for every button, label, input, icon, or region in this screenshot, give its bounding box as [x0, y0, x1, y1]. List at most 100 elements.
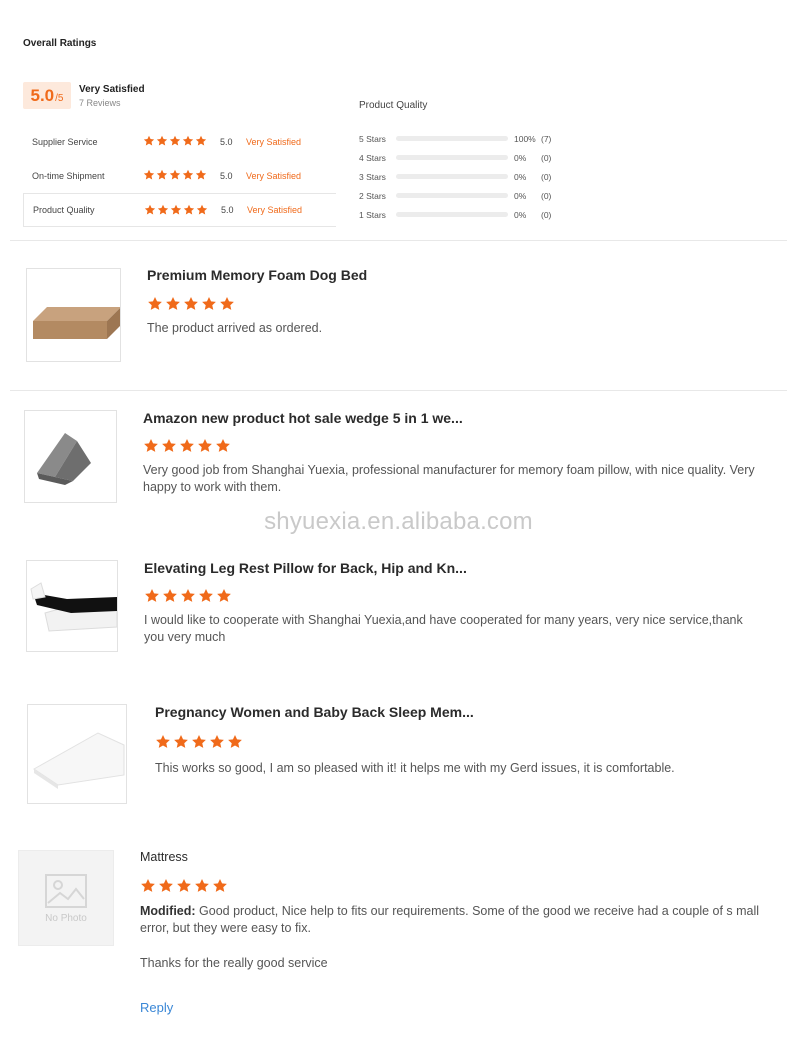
overall-score-max: /5 [55, 92, 64, 104]
pq-row-percent: 0% [514, 190, 527, 201]
review-text: This works so good, I am so pleased with… [155, 761, 675, 775]
star-icon [156, 169, 168, 180]
rating-row-text: Very Satisfied [246, 137, 302, 147]
star-icon [157, 204, 169, 215]
star-icon [217, 589, 231, 602]
review-text: Modified: Good product, Nice help to fit… [140, 903, 760, 937]
overall-score-value: 5.0 [30, 85, 55, 105]
pq-row-count: (0) [541, 209, 552, 220]
review-product-title[interactable]: Amazon new product hot sale wedge 5 in 1… [143, 410, 463, 426]
review-product-thumbnail[interactable] [27, 704, 127, 804]
pq-row-label: 3 Stars [359, 171, 386, 182]
star-icon [143, 169, 155, 180]
pq-row-percent: 0% [514, 171, 527, 182]
review-extra-text: Thanks for the really good service [140, 956, 328, 970]
review-text: Very good job from Shanghai Yuexia, prof… [143, 463, 755, 494]
image-placeholder-icon [45, 873, 87, 908]
star-icon [166, 297, 180, 310]
star-icon [213, 879, 227, 892]
review-product-title[interactable]: Premium Memory Foam Dog Bed [147, 267, 367, 283]
pq-row-count: (0) [541, 152, 552, 163]
review-product-title[interactable]: Elevating Leg Rest Pillow for Back, Hip … [144, 560, 467, 576]
rating-row-score: 5.0 [220, 171, 233, 181]
review-stars [155, 734, 243, 750]
rating-row-label: On-time Shipment [32, 171, 105, 181]
rating-stars [143, 169, 207, 181]
star-icon [210, 735, 224, 748]
pq-row-1-stars[interactable]: 1 Stars 0% (0) [359, 205, 589, 224]
pq-row-percent: 0% [514, 152, 527, 163]
review-text-body: Good product, Nice help to fits our requ… [140, 904, 760, 935]
rating-row-label: Product Quality [33, 205, 95, 215]
overall-review-count[interactable]: 7 Reviews [79, 98, 121, 108]
leg-rest-pillow-image [30, 582, 117, 632]
star-icon [183, 204, 195, 215]
pq-row-label: 1 Stars [359, 209, 386, 220]
rating-row-product-quality[interactable]: Product Quality 5.0 Very Satisfied [23, 193, 336, 227]
pq-row-2-stars[interactable]: 2 Stars 0% (0) [359, 186, 589, 205]
review-stars [147, 296, 235, 312]
rating-row-text: Very Satisfied [247, 205, 303, 215]
pq-row-percent: 100% [514, 133, 536, 144]
star-icon [202, 297, 216, 310]
review-product-title[interactable]: Mattress [140, 850, 188, 864]
overall-score-badge: 5.0 /5 [23, 82, 71, 109]
star-icon [216, 439, 230, 452]
pq-row-5-stars[interactable]: 5 Stars 100% (7) [359, 129, 589, 148]
overall-ratings-title: Overall Ratings [23, 38, 97, 49]
review-product-thumbnail[interactable] [24, 410, 117, 503]
star-icon [159, 879, 173, 892]
star-icon [198, 439, 212, 452]
pq-row-4-stars[interactable]: 4 Stars 0% (0) [359, 148, 589, 167]
review-stars [140, 878, 228, 894]
pq-row-label: 5 Stars [359, 133, 386, 144]
reply-link[interactable]: Reply [140, 1000, 173, 1015]
rating-row-label: Supplier Service [32, 137, 98, 147]
rating-stars [143, 135, 207, 147]
modified-label: Modified: [140, 904, 196, 918]
pq-bar-track [396, 212, 508, 217]
star-icon [169, 169, 181, 180]
section-divider [10, 240, 787, 241]
dog-bed-image [33, 307, 120, 339]
pq-bar-track [396, 136, 508, 141]
review-product-thumbnail[interactable] [26, 268, 121, 362]
product-quality-title: Product Quality [359, 100, 428, 111]
pq-row-count: (7) [541, 133, 552, 144]
pq-row-3-stars[interactable]: 3 Stars 0% (0) [359, 167, 589, 186]
pq-row-percent: 0% [514, 209, 527, 220]
pq-bar-track [396, 174, 508, 179]
star-icon [199, 589, 213, 602]
review-product-thumbnail[interactable] [26, 560, 118, 652]
wedge-pillow-image [37, 433, 91, 485]
star-icon [174, 735, 188, 748]
star-icon [181, 589, 195, 602]
star-icon [182, 169, 194, 180]
pq-row-label: 2 Stars [359, 190, 386, 201]
no-photo-placeholder: No Photo [18, 850, 114, 946]
rating-row-on-time-shipment[interactable]: On-time Shipment 5.0 Very Satisfied [23, 159, 336, 193]
rating-stars [144, 204, 208, 216]
star-icon [145, 589, 159, 602]
star-icon [228, 735, 242, 748]
star-icon [170, 204, 182, 215]
star-icon [156, 135, 168, 146]
star-icon [195, 879, 209, 892]
star-icon [144, 204, 156, 215]
star-icon [144, 439, 158, 452]
review-text: I would like to cooperate with Shanghai … [144, 613, 743, 644]
watermark: shyuexia.en.alibaba.com [264, 508, 533, 535]
rating-row-supplier-service[interactable]: Supplier Service 5.0 Very Satisfied [23, 125, 336, 159]
star-icon [195, 135, 207, 146]
star-icon [143, 135, 155, 146]
star-icon [148, 297, 162, 310]
review-product-title[interactable]: Pregnancy Women and Baby Back Sleep Mem.… [155, 704, 474, 720]
review-text: The product arrived as ordered. [147, 321, 323, 335]
star-icon [169, 135, 181, 146]
no-photo-label: No Photo [45, 912, 87, 924]
section-divider [10, 390, 787, 391]
pq-row-count: (0) [541, 190, 552, 201]
star-icon [156, 735, 170, 748]
star-icon [182, 135, 194, 146]
star-icon [177, 879, 191, 892]
